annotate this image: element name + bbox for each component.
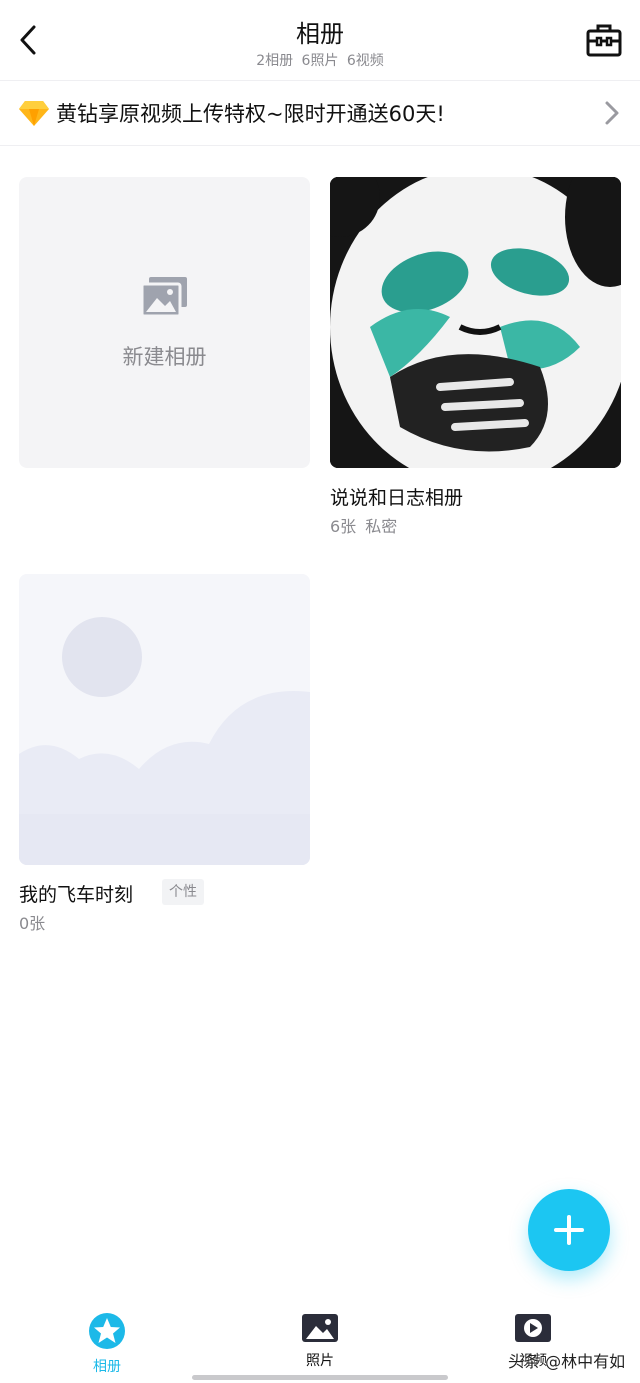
vip-promo-banner[interactable]: 黄钻享原视频上传特权~限时开通送60天! [0,82,640,144]
new-album-card[interactable]: 新建相册 [19,177,310,468]
add-album-icon [140,276,187,317]
watermark-text: 头条 @林中有如 [508,1352,626,1371]
tab-photos[interactable]: 照片 [260,1312,380,1376]
album-cover-shuoshuo[interactable] [330,177,621,468]
page-title: 相册 [296,20,344,48]
header-divider [0,80,640,81]
album-tag: 个性 [162,879,204,905]
panda-meme-image [330,177,621,468]
page-subtitle-counts: 2相册 6照片 6视频 [256,53,384,69]
album-star-icon [89,1313,125,1349]
toolbox-icon [586,24,622,57]
add-button[interactable] [528,1189,610,1271]
video-icon [515,1314,551,1342]
album-name: 我的飞车时刻 [19,884,134,906]
new-album-label: 新建相册 [122,344,207,369]
album-meta: 6张 私密 [330,517,398,536]
chevron-right-icon [605,101,619,125]
top-nav-bar: 相册 2相册 6照片 6视频 [0,0,640,80]
photo-icon [302,1314,338,1342]
album-meta: 0张 [19,914,46,933]
tab-label: 相册 [93,1359,121,1375]
album-name: 说说和日志相册 [330,487,464,509]
yellow-diamond-icon [19,101,49,126]
album-cover-feiche[interactable] [19,574,310,865]
home-indicator[interactable] [192,1375,448,1380]
tab-label: 照片 [306,1353,334,1369]
placeholder-landscape-image [19,574,310,865]
promo-text: 黄钻享原视频上传特权~限时开通送60天! [56,102,445,126]
plus-icon [554,1215,584,1245]
toolbox-button[interactable] [584,20,624,60]
tab-albums[interactable]: 相册 [47,1312,167,1376]
promo-divider [0,145,640,146]
